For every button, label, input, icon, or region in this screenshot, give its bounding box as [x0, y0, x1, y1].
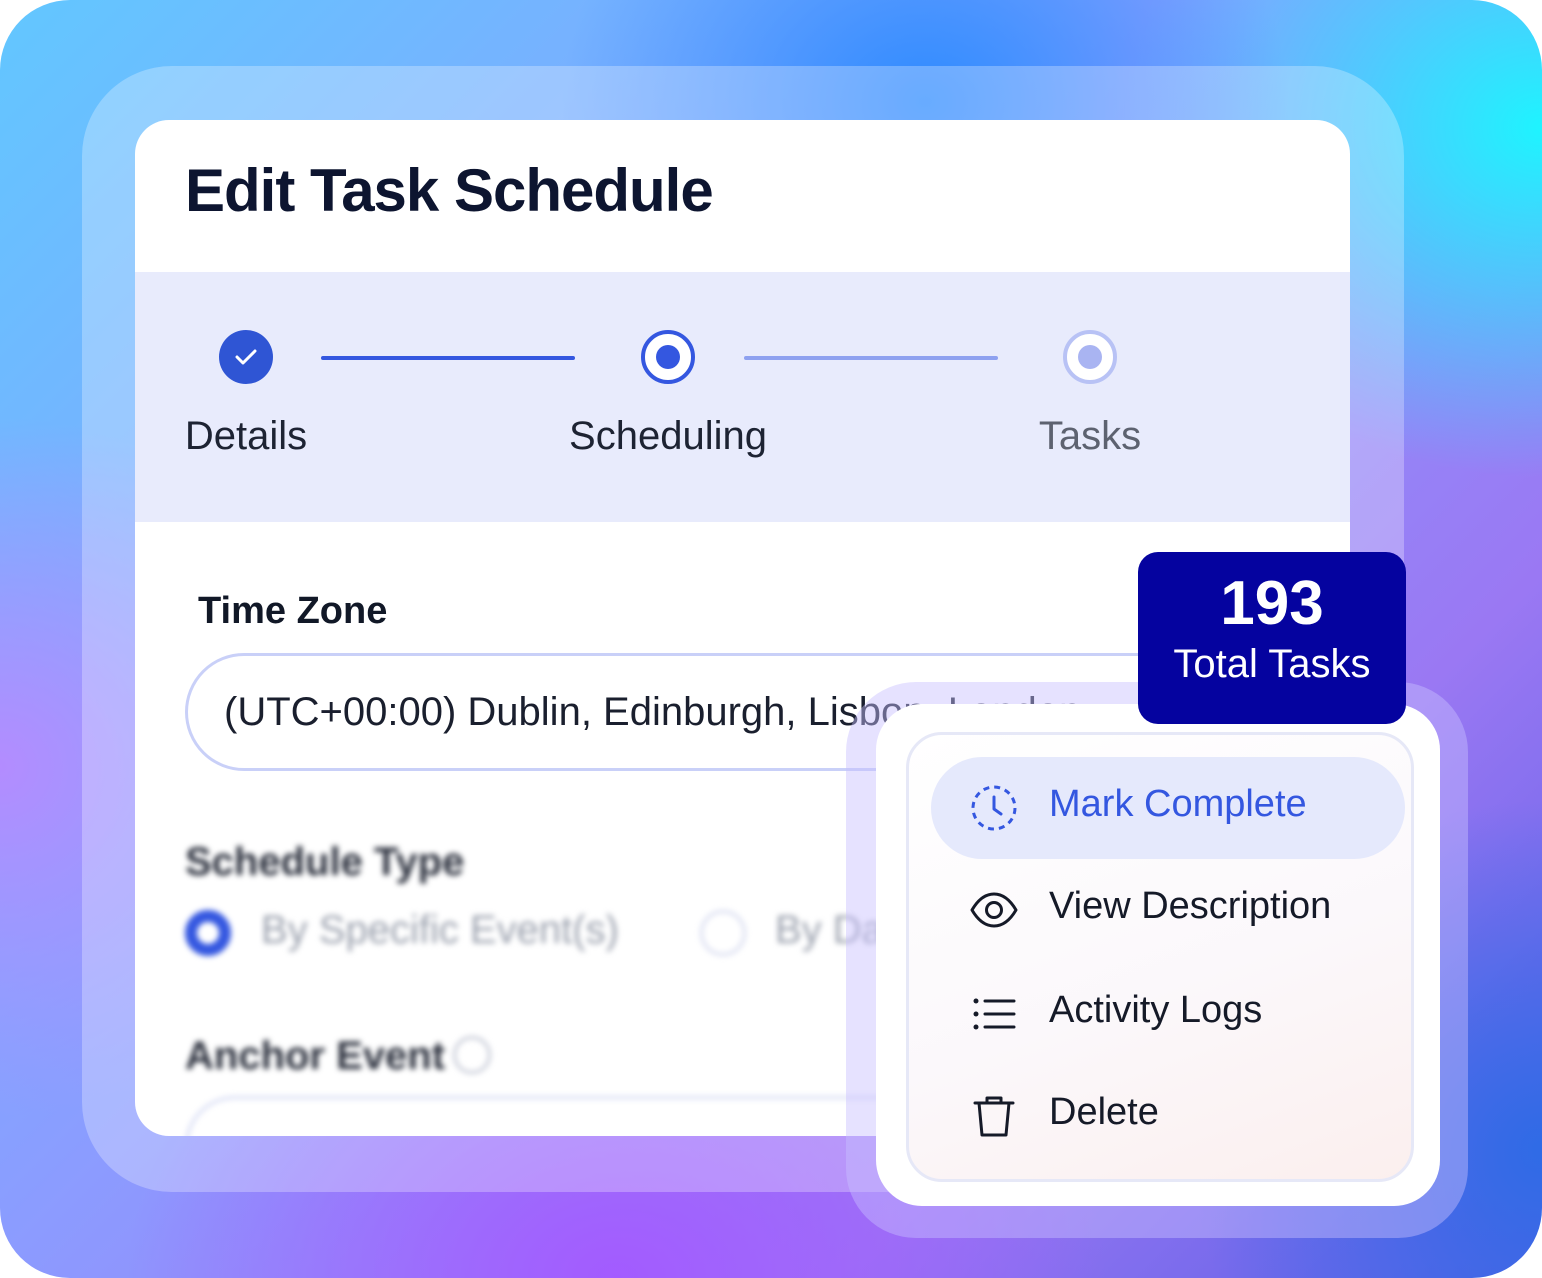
total-tasks-badge: 193 Total Tasks — [1138, 552, 1406, 724]
step-label-details[interactable]: Details — [135, 414, 376, 459]
step-label-tasks[interactable]: Tasks — [960, 414, 1220, 459]
menu-list: Mark Complete View Description Activity … — [906, 732, 1414, 1182]
step-scheduling-indicator[interactable] — [641, 330, 695, 384]
trash-icon — [973, 1096, 1015, 1137]
schedule-type-label: Schedule Type — [185, 840, 465, 884]
step-details-check-icon[interactable] — [219, 330, 273, 384]
stepper-connector-2 — [744, 356, 998, 360]
step-tasks-indicator[interactable] — [1063, 330, 1117, 384]
eye-icon — [970, 892, 1018, 928]
step-label-scheduling[interactable]: Scheduling — [538, 414, 798, 459]
anchor-event-label: Anchor Event — [185, 1034, 446, 1078]
task-context-menu: Mark Complete View Description Activity … — [876, 704, 1440, 1206]
stepper-connector-1 — [321, 356, 575, 360]
menu-item-label: Mark Complete — [1049, 783, 1307, 825]
stepper: Details Scheduling Tasks — [135, 272, 1350, 522]
menu-item-label: Activity Logs — [1049, 989, 1263, 1031]
total-tasks-count: 193 — [1220, 569, 1324, 638]
menu-item-activity-logs[interactable]: Activity Logs — [931, 963, 1405, 1065]
list-icon — [973, 998, 1016, 1030]
dialog-title: Edit Task Schedule — [185, 157, 714, 224]
menu-item-label: Delete — [1049, 1091, 1159, 1133]
menu-item-view-description[interactable]: View Description — [931, 859, 1405, 961]
radio-by-date[interactable] — [700, 910, 746, 956]
total-tasks-label: Total Tasks — [1173, 642, 1371, 686]
clock-dashed-icon — [971, 785, 1017, 831]
menu-item-mark-complete[interactable]: Mark Complete — [931, 757, 1405, 859]
radio-specific-events[interactable] — [185, 910, 231, 956]
info-icon[interactable] — [453, 1036, 491, 1074]
menu-item-delete[interactable]: Delete — [931, 1065, 1405, 1167]
menu-item-label: View Description — [1049, 885, 1332, 927]
radio-label-specific-events: By Specific Event(s) — [261, 908, 619, 952]
time-zone-label: Time Zone — [198, 590, 388, 632]
